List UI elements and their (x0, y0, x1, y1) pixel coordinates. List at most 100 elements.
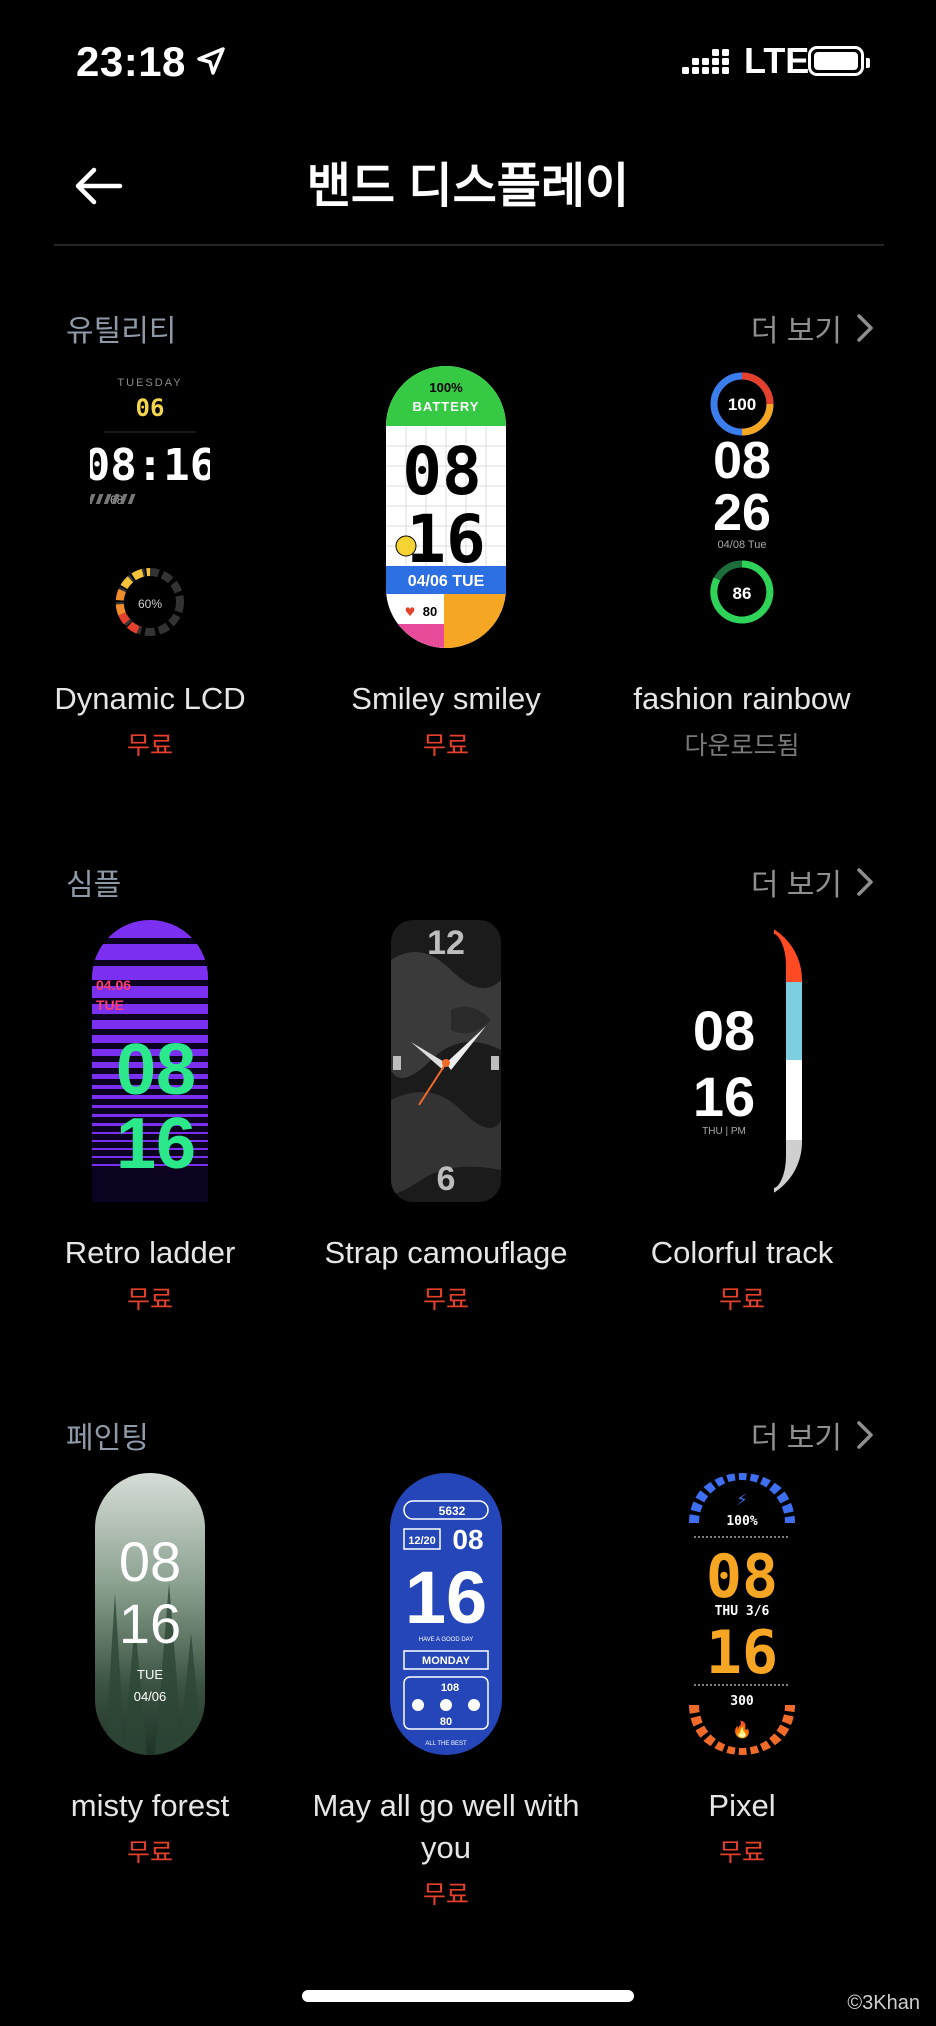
face-minute: 16 (706, 1618, 778, 1688)
home-indicator[interactable] (302, 1990, 634, 2002)
chevron-right-icon (857, 314, 873, 342)
chevron-right-icon (857, 868, 873, 896)
watchface-name: Pixel (708, 1788, 776, 1823)
face-hour: 08 (706, 1542, 778, 1612)
watchface-status: 다운로드됨 (684, 732, 800, 760)
watchface-price: 무료 (422, 732, 469, 760)
more-button[interactable]: 더 보기 (751, 860, 874, 904)
face-heart: 80 (423, 604, 437, 619)
face-mid: 80 (440, 1716, 452, 1728)
watchface-card[interactable]: 100% BATTERY 08 16 04/06 TUE ♥ 80 Smiley… (296, 366, 596, 762)
dynamic-lcd-face: TUESDAY 06 08:16 68 60% (90, 377, 210, 636)
network-type: LTE (744, 40, 810, 81)
face-percent: 60% (138, 597, 162, 611)
face-minute: 26 (713, 484, 771, 542)
watchface-price: 무료 (126, 1286, 173, 1314)
face-hour: 08 (452, 1524, 483, 1555)
face-hour: 08 (693, 999, 755, 1062)
watchface-card[interactable]: 04.06 TUE 08 16 Retro ladder 무료 (0, 920, 300, 1316)
watchface-price: 무료 (718, 1839, 765, 1867)
colorful-track-face: 08 16 THU | PM (693, 920, 802, 1202)
signal-icon (682, 49, 729, 74)
face-minute: 16 (693, 1065, 755, 1128)
face-date: 12/20 (408, 1535, 436, 1547)
section-title: 유틸리티 (66, 315, 177, 348)
status-time: 23:18 (76, 38, 186, 85)
app-header: 밴드 디스플레이 (0, 120, 936, 246)
face-day: TUE (137, 1667, 163, 1682)
face-day: MONDAY (422, 1655, 471, 1667)
face-date: 04/06 (134, 1689, 167, 1704)
watchface-card[interactable]: 08 16 TUE 04/06 misty forest 무료 (0, 1473, 300, 1869)
watchface-preview: 100 08 26 04/08 Tue 86 (682, 366, 802, 648)
watchface-card[interactable]: TUESDAY 06 08:16 68 60% Dynamic LCD 무료 (0, 366, 300, 762)
watchface-preview: TUESDAY 06 08:16 68 60% (90, 366, 210, 648)
face-hour: 08 (402, 433, 481, 510)
more-label: 더 보기 (750, 1422, 842, 1455)
face-motto: HAVE A GOOD DAY (419, 1637, 473, 1643)
face-battery: 100% (726, 1514, 757, 1529)
watchface-preview: 08 16 TUE 04/06 (95, 1473, 205, 1755)
face-top: 100 (728, 395, 756, 414)
location-arrow-icon (197, 47, 225, 75)
watchface-card[interactable]: 12 6 Strap camouflage 무료 (296, 920, 596, 1316)
face-heart: 108 (441, 1682, 459, 1694)
face-time: 08:16 (90, 440, 210, 491)
watchface-price: 무료 (422, 1881, 469, 1909)
face-date: 04/08 Tue (718, 539, 767, 551)
retro-ladder-face: 04.06 TUE 08 16 (92, 920, 208, 1184)
watchface-name: misty forest (70, 1788, 230, 1823)
watchface-name: fashion rainbow (633, 681, 851, 716)
watchface-preview: 08 16 THU | PM (682, 920, 802, 1202)
watchface-price: 무료 (718, 1286, 765, 1314)
watchface-name: Colorful track (650, 1235, 834, 1270)
more-label: 더 보기 (750, 869, 842, 902)
more-label: 더 보기 (750, 315, 842, 348)
face-date: 04.06 (96, 977, 131, 993)
face-battery-label: BATTERY (413, 399, 480, 414)
watchface-price: 무료 (126, 732, 173, 760)
page-title: 밴드 디스플레이 (306, 160, 630, 213)
watchface-preview: 12 6 (391, 920, 501, 1202)
watchface-card[interactable]: 5632 12/20 08 16 HAVE A GOOD DAY MONDAY … (296, 1473, 596, 1911)
watchface-card[interactable]: 08 16 THU | PM Colorful track 무료 (592, 920, 892, 1316)
may-all-go-well-face: 5632 12/20 08 16 HAVE A GOOD DAY MONDAY … (403, 1500, 489, 1747)
face-calories: 300 (730, 1694, 754, 1709)
battery-icon (808, 46, 870, 76)
watermark: ©3Khan (847, 1992, 920, 2014)
face-bottom: 86 (733, 584, 752, 603)
watchface-preview: 100% BATTERY 08 16 04/06 TUE ♥ 80 (386, 366, 506, 648)
smiley-face: 100% BATTERY 08 16 04/06 TUE ♥ 80 (386, 366, 506, 648)
face-twelve: 12 (427, 924, 465, 962)
more-button[interactable]: 더 보기 (751, 1413, 874, 1457)
face-date: THU 3/6 (715, 1604, 770, 1619)
watchface-preview: 5632 12/20 08 16 HAVE A GOOD DAY MONDAY … (390, 1473, 502, 1755)
svg-text:🔥: 🔥 (732, 1720, 752, 1739)
svg-text:♥: ♥ (405, 605, 416, 619)
strap-camouflage-face: 12 6 (391, 924, 501, 1198)
face-minute: 16 (405, 1556, 487, 1639)
fashion-rainbow-face: 100 08 26 04/08 Tue 86 (710, 372, 774, 624)
watchface-name: Dynamic LCD (54, 681, 246, 716)
watchface-name: Strap camouflage (324, 1235, 568, 1270)
face-date: 04/06 TUE (408, 573, 485, 590)
face-hour: 08 (116, 1030, 196, 1110)
watchface-name: May all go well with you (312, 1788, 580, 1865)
svg-text:⚡: ⚡ (736, 1490, 747, 1509)
watchface-card[interactable]: ⚡ 100% 08 THU 3/6 16 300 🔥 Pixel 무료 (592, 1473, 892, 1869)
more-button[interactable]: 더 보기 (751, 306, 874, 350)
face-hour: 08 (119, 1530, 181, 1593)
watchface-card[interactable]: 100 08 26 04/08 Tue 86 fashion rainbow 다… (592, 366, 892, 762)
section-title: 페인팅 (66, 1422, 149, 1455)
face-steps: 5632 (439, 1504, 466, 1518)
face-battery: 100% (429, 380, 463, 395)
misty-forest-face: 08 16 TUE 04/06 (105, 1530, 203, 1755)
watchface-preview: ⚡ 100% 08 THU 3/6 16 300 🔥 (682, 1473, 802, 1755)
watchface-price: 무료 (126, 1839, 173, 1867)
face-day: TUE (96, 997, 124, 1013)
chevron-right-icon (857, 1421, 873, 1449)
face-hour: 08 (713, 432, 771, 490)
face-minute: 16 (116, 1104, 196, 1184)
watchface-preview: 04.06 TUE 08 16 (92, 920, 208, 1202)
face-footer: ALL THE BEST (425, 1741, 467, 1747)
